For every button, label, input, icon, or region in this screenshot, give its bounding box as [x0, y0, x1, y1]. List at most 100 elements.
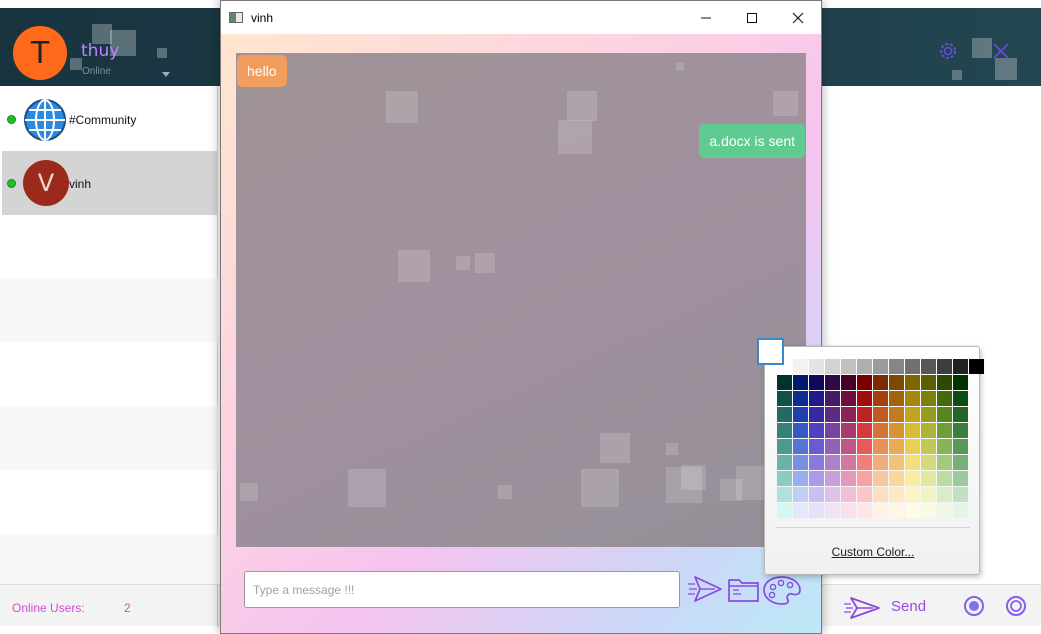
color-swatch[interactable] [793, 407, 808, 422]
color-swatch[interactable] [889, 455, 904, 470]
color-swatch[interactable] [889, 407, 904, 422]
color-swatch[interactable] [873, 439, 888, 454]
color-swatch[interactable] [889, 471, 904, 486]
record-icon[interactable] [963, 595, 985, 617]
color-swatch[interactable] [889, 359, 904, 374]
color-swatch[interactable] [793, 471, 808, 486]
color-swatch[interactable] [857, 487, 872, 502]
color-swatch[interactable] [921, 439, 936, 454]
color-swatch[interactable] [809, 455, 824, 470]
user-avatar[interactable]: T [13, 26, 67, 80]
color-swatch[interactable] [889, 375, 904, 390]
color-swatch[interactable] [953, 407, 968, 422]
user-status-select[interactable]: Online [82, 66, 111, 77]
emoji-icon[interactable] [1005, 595, 1027, 617]
color-swatch[interactable] [825, 471, 840, 486]
color-swatch[interactable] [777, 487, 792, 502]
color-swatch[interactable] [793, 375, 808, 390]
color-swatch[interactable] [873, 375, 888, 390]
color-swatch[interactable] [953, 471, 968, 486]
color-swatch[interactable] [793, 503, 808, 518]
color-swatch[interactable] [809, 407, 824, 422]
color-swatch[interactable] [921, 455, 936, 470]
minimize-button[interactable] [683, 1, 729, 34]
color-swatch[interactable] [937, 407, 952, 422]
color-swatch[interactable] [921, 471, 936, 486]
color-swatch[interactable] [905, 423, 920, 438]
contact-item-community[interactable]: #Community [2, 87, 217, 151]
color-swatch[interactable] [857, 455, 872, 470]
color-swatch[interactable] [921, 359, 936, 374]
color-swatch[interactable] [857, 407, 872, 422]
color-swatch[interactable] [777, 407, 792, 422]
color-swatch[interactable] [825, 359, 840, 374]
color-swatch[interactable] [921, 423, 936, 438]
color-swatch[interactable] [873, 471, 888, 486]
color-swatch[interactable] [857, 471, 872, 486]
color-swatch[interactable] [777, 423, 792, 438]
color-swatch[interactable] [825, 423, 840, 438]
color-swatch[interactable] [905, 503, 920, 518]
color-swatch[interactable] [777, 375, 792, 390]
color-swatch[interactable] [825, 407, 840, 422]
color-swatch[interactable] [873, 455, 888, 470]
color-swatch[interactable] [905, 471, 920, 486]
color-swatch[interactable] [937, 423, 952, 438]
color-swatch[interactable] [825, 503, 840, 518]
message-input[interactable] [244, 571, 680, 608]
palette-icon[interactable] [762, 574, 802, 606]
color-swatch[interactable] [841, 407, 856, 422]
color-swatch[interactable] [857, 391, 872, 406]
color-swatch[interactable] [793, 455, 808, 470]
color-swatch[interactable] [857, 375, 872, 390]
color-swatch[interactable] [873, 391, 888, 406]
color-swatch[interactable] [841, 359, 856, 374]
chevron-down-icon[interactable] [162, 72, 170, 77]
color-swatch[interactable] [905, 391, 920, 406]
current-color-swatch[interactable] [757, 338, 784, 365]
color-swatch[interactable] [857, 423, 872, 438]
color-swatch[interactable] [953, 375, 968, 390]
color-swatch[interactable] [825, 439, 840, 454]
color-swatch[interactable] [873, 359, 888, 374]
color-swatch[interactable] [841, 391, 856, 406]
color-swatch[interactable] [937, 487, 952, 502]
color-swatch[interactable] [825, 391, 840, 406]
color-swatch[interactable] [873, 487, 888, 502]
color-swatch[interactable] [809, 439, 824, 454]
close-window-button[interactable] [775, 1, 821, 34]
settings-icon[interactable] [937, 40, 959, 62]
close-icon[interactable] [990, 40, 1012, 62]
color-swatch[interactable] [921, 487, 936, 502]
color-swatch[interactable] [937, 375, 952, 390]
color-swatch[interactable] [825, 487, 840, 502]
color-swatch[interactable] [809, 359, 824, 374]
color-swatch[interactable] [857, 439, 872, 454]
folder-icon[interactable] [727, 574, 761, 604]
color-swatch[interactable] [793, 359, 808, 374]
color-swatch[interactable] [953, 439, 968, 454]
color-swatch[interactable] [921, 375, 936, 390]
color-swatch[interactable] [905, 439, 920, 454]
color-swatch[interactable] [937, 503, 952, 518]
color-swatch[interactable] [937, 359, 952, 374]
color-swatch[interactable] [841, 471, 856, 486]
color-swatch[interactable] [905, 487, 920, 502]
color-swatch[interactable] [889, 487, 904, 502]
color-swatch[interactable] [905, 359, 920, 374]
color-swatch[interactable] [777, 391, 792, 406]
color-swatch[interactable] [889, 503, 904, 518]
maximize-button[interactable] [729, 1, 775, 34]
color-swatch[interactable] [841, 455, 856, 470]
color-swatch[interactable] [921, 503, 936, 518]
send-icon[interactable] [843, 594, 883, 622]
custom-color-link[interactable]: Custom Color... [765, 545, 981, 559]
color-swatch[interactable] [793, 487, 808, 502]
color-swatch[interactable] [841, 487, 856, 502]
color-swatch[interactable] [809, 375, 824, 390]
color-swatch[interactable] [825, 455, 840, 470]
color-swatch[interactable] [937, 391, 952, 406]
color-swatch[interactable] [777, 471, 792, 486]
color-swatch[interactable] [953, 455, 968, 470]
color-swatch[interactable] [921, 391, 936, 406]
